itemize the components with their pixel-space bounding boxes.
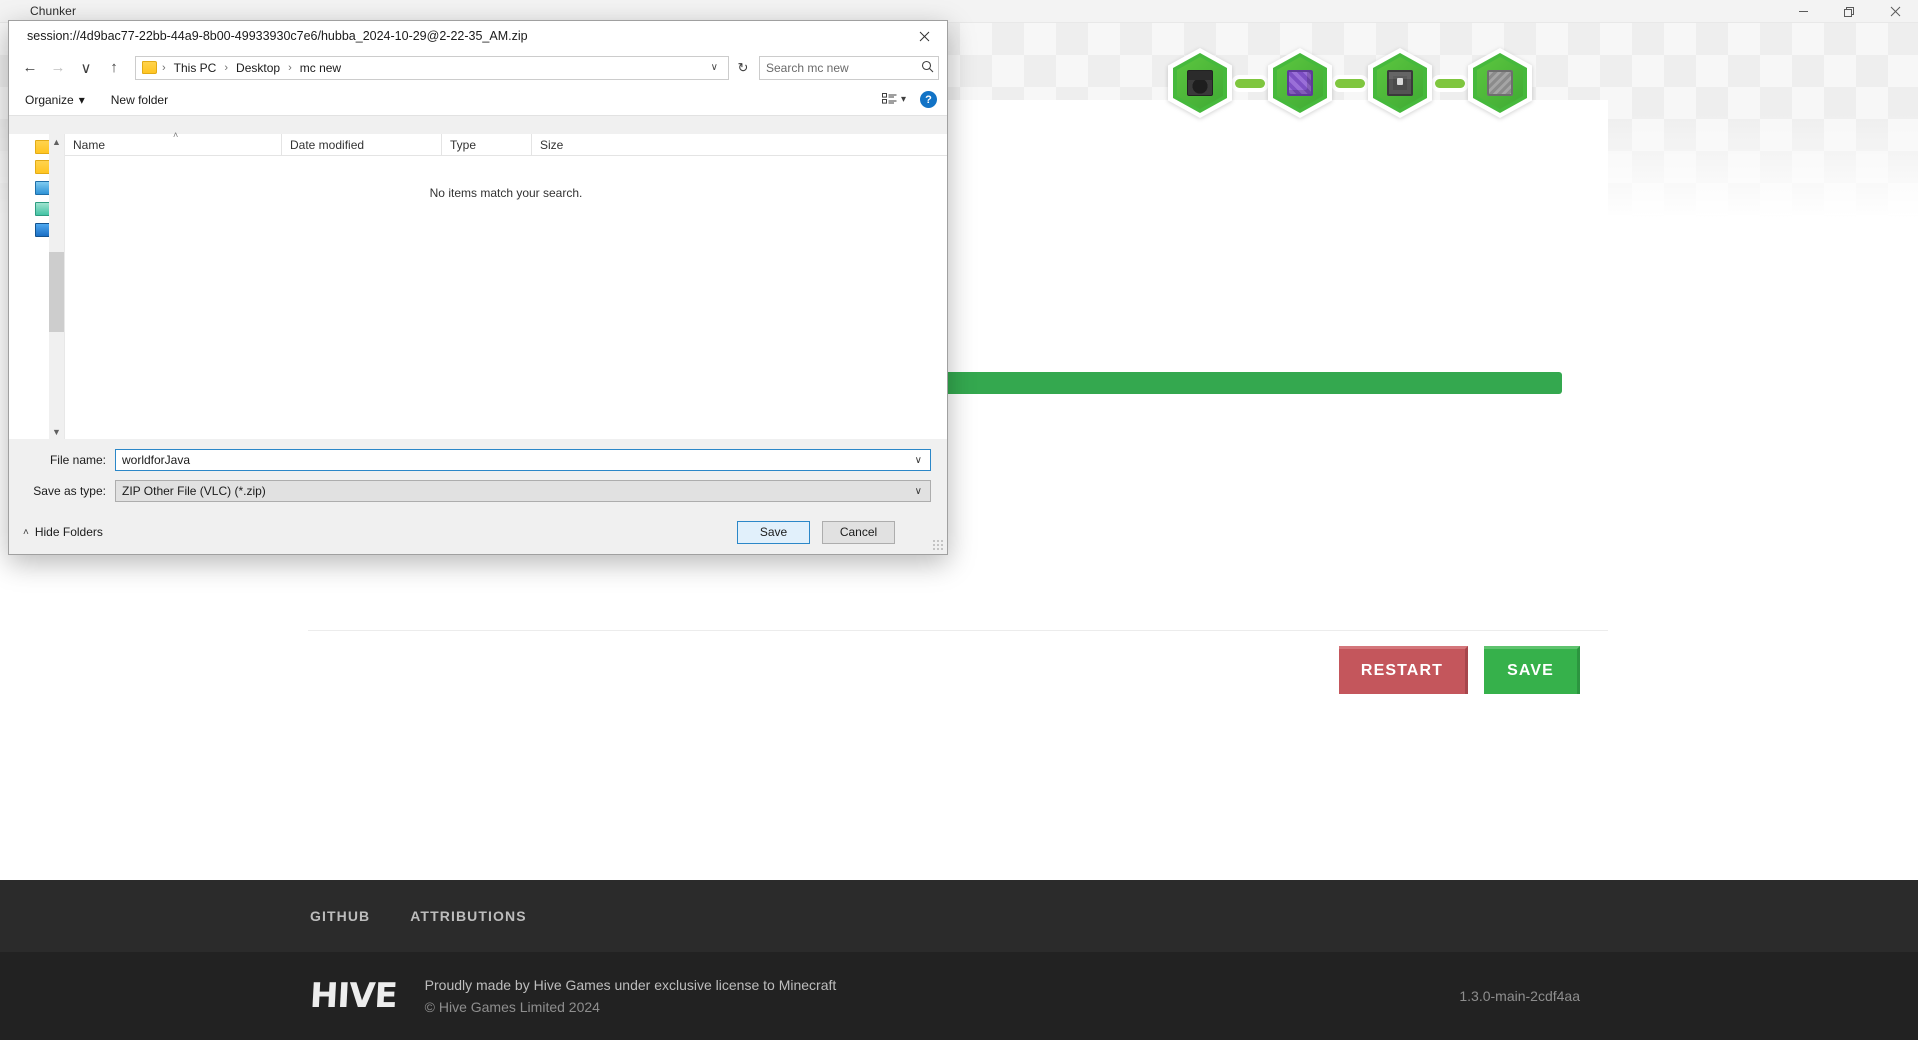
filetype-row: Save as type: ZIP Other File (VLC) (*.zi… (17, 480, 939, 502)
hive-logo: HIVE (309, 976, 398, 1016)
footer-links: GITHUB ATTRIBUTIONS (0, 880, 1918, 952)
hide-folders-label: Hide Folders (35, 525, 103, 539)
scroll-down-icon[interactable]: ▼ (49, 424, 64, 439)
breadcrumb[interactable]: › This PC › Desktop › mc new ∨ (135, 56, 729, 80)
made-by-text: Proudly made by Hive Games under exclusi… (425, 977, 837, 993)
step-4[interactable] (1468, 48, 1532, 118)
copyright-text: © Hive Games Limited 2024 (425, 999, 837, 1015)
filetype-select[interactable]: ZIP Other File (VLC) (*.zip) ∨ (115, 480, 931, 502)
command-block-icon (1287, 70, 1313, 96)
column-label: Type (450, 138, 476, 152)
legal-text: Proudly made by Hive Games under exclusi… (425, 977, 837, 1015)
up-one-level-icon[interactable]: ↑ (101, 55, 127, 81)
dialog-save-button[interactable]: Save (737, 521, 810, 544)
restart-button[interactable]: RESTART (1339, 646, 1468, 694)
save-button[interactable]: SAVE (1484, 646, 1580, 694)
scrollbar-thumb[interactable] (49, 252, 64, 332)
dialog-titlebar: session://4d9bac77-22bb-44a9-8b00-499339… (9, 21, 947, 51)
grass-block-icon (7, 3, 23, 19)
conversion-stepper (1168, 48, 1532, 118)
filename-label: File name: (17, 453, 115, 467)
dialog-cancel-button[interactable]: Cancel (822, 521, 895, 544)
minimize-button[interactable] (1780, 0, 1826, 23)
step-1[interactable] (1168, 48, 1232, 118)
column-date-modified[interactable]: Date modified (281, 134, 441, 156)
dialog-sidebar: ▲ ▼ (9, 134, 65, 439)
breadcrumb-item-mc-new[interactable]: mc new (297, 60, 344, 76)
back-icon[interactable]: ← (17, 55, 43, 81)
step-connector (1235, 79, 1265, 88)
breadcrumb-separator: › (223, 62, 229, 74)
dialog-close-icon[interactable] (901, 21, 947, 51)
search-icon (921, 60, 934, 76)
column-label: Date modified (290, 138, 364, 152)
hide-folders-toggle[interactable]: ˄ Hide Folders (17, 525, 103, 539)
close-button[interactable] (1872, 0, 1918, 23)
dialog-content: ▲ ▼ ˄ Name Date modified Type Size (9, 134, 947, 439)
folder-icon (142, 61, 157, 74)
forward-icon[interactable]: → (45, 55, 71, 81)
filename-combobox[interactable]: ∨ (115, 449, 931, 471)
card-footer: RESTART SAVE (308, 630, 1608, 708)
toolbar-right: ▾ ? (882, 91, 937, 108)
chevron-down-icon[interactable]: ∨ (909, 486, 928, 497)
footer-link-attributions[interactable]: ATTRIBUTIONS (410, 908, 526, 924)
column-label: Size (540, 138, 563, 152)
breadcrumb-item-this-pc[interactable]: This PC (171, 60, 220, 76)
column-type[interactable]: Type (441, 134, 531, 156)
column-name[interactable]: ˄ Name (65, 134, 281, 156)
chevron-down-icon[interactable]: ∨ (909, 455, 928, 466)
dialog-bottom-bar: ˄ Hide Folders Save Cancel (9, 510, 947, 554)
chevron-down-icon: ▾ (79, 93, 85, 107)
organize-menu[interactable]: Organize ▾ (25, 93, 85, 107)
filename-input[interactable] (122, 453, 909, 467)
breadcrumb-separator: › (161, 62, 167, 74)
chest-block-icon (1387, 70, 1413, 96)
chevron-down-icon: ▾ (901, 94, 906, 105)
help-icon[interactable]: ? (920, 91, 937, 108)
filetype-value: ZIP Other File (VLC) (*.zip) (122, 484, 266, 498)
app-title: Chunker (30, 4, 76, 18)
step-3[interactable] (1368, 48, 1432, 118)
search-input[interactable] (766, 61, 921, 75)
chevron-up-icon: ˄ (23, 527, 29, 538)
anvil-block-icon (1187, 70, 1213, 96)
breadcrumb-item-desktop[interactable]: Desktop (233, 60, 283, 76)
scroll-up-icon[interactable]: ▲ (49, 134, 64, 149)
step-connector (1435, 79, 1465, 88)
resize-grip[interactable] (932, 539, 944, 551)
refresh-icon[interactable]: ↻ (731, 56, 755, 80)
dialog-form: File name: ∨ Save as type: ZIP Other Fil… (9, 439, 947, 510)
ore-block-icon (1487, 70, 1513, 96)
dialog-toolbar: Organize ▾ New folder ▾ ? (9, 84, 947, 116)
file-list: ˄ Name Date modified Type Size No items … (65, 134, 947, 439)
sort-ascending-icon: ˄ (173, 130, 178, 140)
maximize-button[interactable] (1826, 0, 1872, 23)
chevron-down-icon[interactable]: ∨ (705, 62, 724, 73)
filename-row: File name: ∨ (17, 449, 939, 471)
dialog-title: session://4d9bac77-22bb-44a9-8b00-499339… (27, 29, 528, 43)
column-size[interactable]: Size (531, 134, 611, 156)
filetype-label: Save as type: (17, 484, 115, 498)
column-label: Name (73, 138, 105, 152)
breadcrumb-separator: › (287, 62, 293, 74)
save-file-dialog: session://4d9bac77-22bb-44a9-8b00-499339… (8, 20, 948, 555)
recent-locations-icon[interactable]: ∨ (73, 55, 99, 81)
new-folder-button[interactable]: New folder (111, 93, 168, 107)
search-box[interactable] (759, 56, 939, 80)
change-view-button[interactable]: ▾ (882, 93, 906, 106)
step-2[interactable] (1268, 48, 1332, 118)
dialog-actions: Save Cancel (737, 521, 939, 544)
organize-label: Organize (25, 93, 74, 107)
empty-state-message: No items match your search. (65, 186, 947, 200)
footer-link-github[interactable]: GITHUB (310, 908, 370, 924)
version-text: 1.3.0-main-2cdf4aa (1318, 952, 1918, 1040)
file-list-header: ˄ Name Date modified Type Size (65, 134, 947, 156)
step-connector (1335, 79, 1365, 88)
sidebar-scrollbar[interactable]: ▲ ▼ (49, 134, 64, 439)
window-controls (1780, 0, 1918, 23)
dialog-navigation-bar: ← → ∨ ↑ › This PC › Desktop › mc new ∨ ↻ (9, 51, 947, 84)
